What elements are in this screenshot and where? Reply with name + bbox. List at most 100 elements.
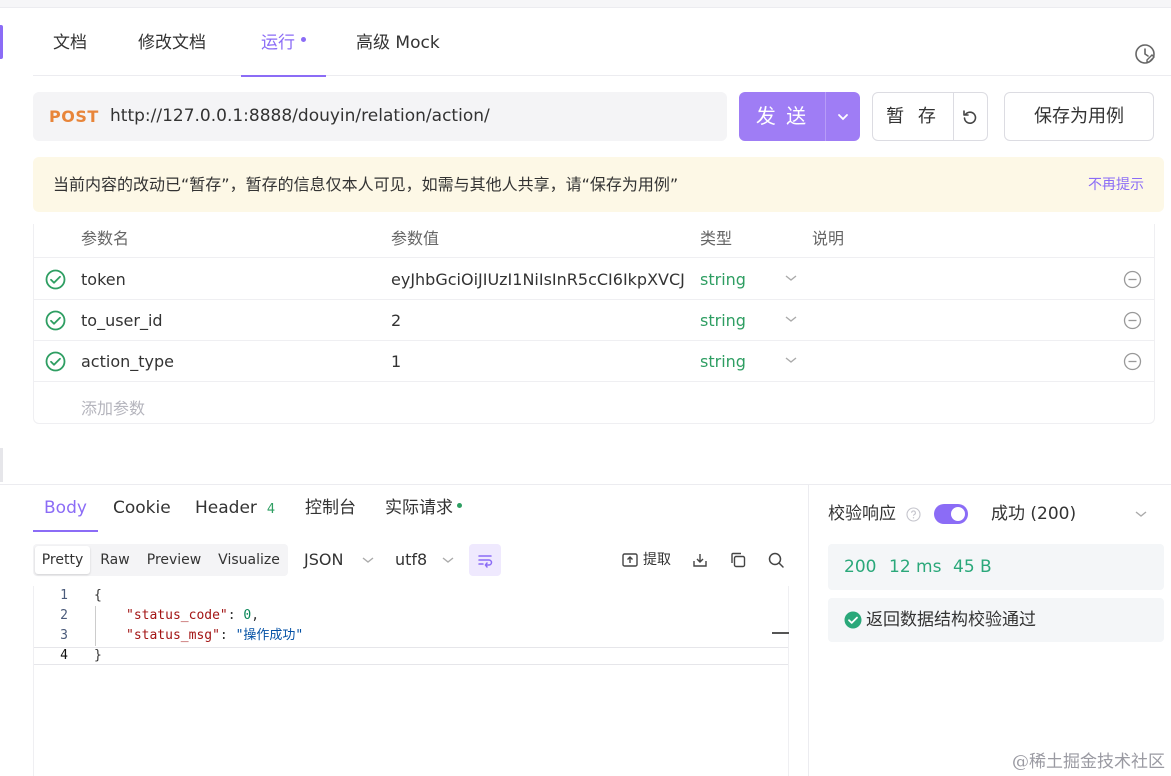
url-input[interactable]: http://127.0.0.1:8888/douyin/relation/ac… [110,92,490,141]
code-text: "status_msg": "操作成功" [126,628,304,643]
view-preview[interactable]: Preview [141,546,207,574]
param-name[interactable]: to_user_id [81,300,163,341]
extract-button[interactable]: 提取 [643,542,671,578]
tab-advanced-mock-label: 高级 Mock [356,33,440,53]
code-text: "status_code": 0, [126,608,260,623]
validation-result-text: 返回数据结构校验通过 [866,610,1036,630]
notice-text: 当前内容的改动已“暂存”，暂存的信息仅本人可见，如需与其他人共享，请“保存为用例… [53,175,679,194]
validate-toggle[interactable] [934,504,968,524]
tab-console-label: 控制台 [305,498,356,518]
check-circle-icon[interactable] [45,310,66,331]
tab-cookie[interactable]: Cookie [113,486,171,530]
validate-response-bar: 校验响应 成功 (200) [828,496,1158,532]
params-header: 参数名 参数值 类型 说明 [34,224,1154,258]
tab-actual-request[interactable]: 实际请求 [385,486,462,530]
tab-body-label: Body [44,498,87,518]
tab-advanced-mock[interactable]: 高级 Mock [356,10,440,76]
send-dropdown[interactable] [825,92,860,141]
response-metrics: 200 12 ms 45 B [828,544,1164,590]
left-accent [0,25,3,59]
tab-console[interactable]: 控制台 [305,486,356,530]
view-raw[interactable]: Raw [93,546,137,574]
param-value[interactable]: eyJhbGciOiJIUzI1NiIsInR5cCI6IkpXVCJ [391,259,687,300]
param-row: to_user_id 2 string [34,300,1154,341]
chevron-down-icon[interactable] [784,312,798,326]
code-line: 2 "status_code": 0, [34,606,788,626]
line-number: 2 [60,608,68,623]
response-toolbar: Pretty Raw Preview Visualize JSON utf8 提… [33,542,789,578]
view-mode-group: Pretty Raw Preview Visualize [33,544,288,576]
param-type[interactable]: string [700,259,746,300]
response-body-viewer[interactable]: 1 { 2 "status_code": 0, 3 "status_msg": … [33,586,789,776]
chevron-down-icon[interactable] [361,553,375,567]
response-tabs: Body Cookie Header 4 控制台 实际请求 [33,486,793,532]
view-visualize[interactable]: Visualize [213,546,285,574]
tab-header[interactable]: Header 4 [195,486,275,532]
param-type[interactable]: string [700,341,746,382]
save-temp-group: 暂 存 [872,92,988,141]
download-icon[interactable] [691,551,709,569]
chevron-down-icon[interactable] [784,271,798,285]
panel-divider[interactable] [808,485,809,776]
save-temp-button[interactable]: 暂 存 [873,93,953,140]
param-row: token eyJhbGciOiJIUzI1NiIsInR5cCI6IkpXVC… [34,259,1154,300]
header-desc: 说明 [812,229,845,248]
validate-status-select[interactable]: 成功 (200) [991,496,1076,532]
tab-run[interactable]: 运行 [241,10,326,77]
format-select[interactable]: JSON [304,542,343,578]
help-icon[interactable] [906,507,921,522]
chevron-down-icon[interactable] [784,353,798,367]
json-key: "status_code" [126,608,228,623]
validate-label: 校验响应 [828,504,896,524]
param-value[interactable]: 1 [391,341,687,382]
send-label: 发 送 [755,104,809,128]
code-line: 1 { [34,586,788,606]
minus-circle-icon[interactable] [1123,311,1142,330]
chevron-down-icon [837,113,848,120]
param-row: action_type 1 string [34,341,1154,382]
response-time: 12 ms [889,557,942,577]
param-name[interactable]: action_type [81,341,174,382]
minus-circle-icon[interactable] [1123,270,1142,289]
save-as-case-button[interactable]: 保存为用例 [1004,92,1154,141]
line-number: 3 [60,628,68,643]
minus-circle-icon[interactable] [1123,352,1142,371]
search-icon[interactable] [767,551,785,569]
chevron-down-icon[interactable] [1134,507,1148,521]
view-pretty[interactable]: Pretty [35,546,90,574]
json-key: "status_msg" [126,628,220,643]
reset-button[interactable] [953,93,987,140]
add-param-input[interactable]: 添加参数 [81,389,145,429]
unsaved-dot [301,36,306,42]
extract-icon[interactable] [621,551,639,569]
top-strip [0,0,1171,8]
check-circle-icon[interactable] [45,269,66,290]
tab-header-label: Header [195,498,257,518]
param-type[interactable]: string [700,300,746,341]
history-icon[interactable] [1133,42,1157,66]
tab-cookie-label: Cookie [113,498,171,518]
tab-edit-doc[interactable]: 修改文档 [138,10,206,76]
tab-doc[interactable]: 文档 [53,10,87,76]
check-circle-icon[interactable] [45,351,66,372]
line-number: 1 [60,588,68,603]
param-value[interactable]: 2 [391,300,687,341]
method-select[interactable]: POST [49,92,99,141]
chevron-down-icon[interactable] [441,553,455,567]
indent-guide [95,606,96,646]
left-collapse-handle[interactable] [0,448,3,482]
tab-body[interactable]: Body [33,486,98,532]
notice-dismiss-link[interactable]: 不再提示 [1088,157,1144,214]
scrollbar-marker[interactable] [772,632,789,634]
wrap-lines-button[interactable] [469,544,501,576]
tab-actual-request-label: 实际请求 [385,498,453,518]
encoding-select[interactable]: utf8 [395,542,427,578]
url-bar[interactable]: POST http://127.0.0.1:8888/douyin/relati… [33,92,727,141]
json-string: "操作成功" [235,628,304,643]
send-button[interactable]: 发 送 [739,92,860,141]
param-name[interactable]: token [81,259,126,300]
toggle-knob [951,507,965,521]
check-circle-icon [844,611,862,629]
copy-icon[interactable] [729,551,747,569]
tab-edit-doc-label: 修改文档 [138,33,206,53]
